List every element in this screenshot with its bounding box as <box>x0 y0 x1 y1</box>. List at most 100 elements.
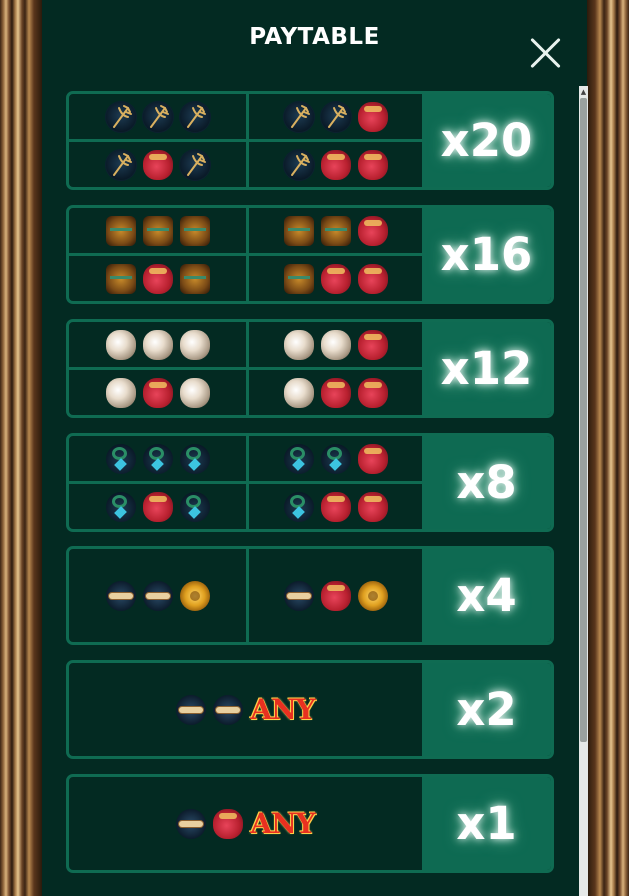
left-frame-border <box>0 0 42 896</box>
amulet-symbol-icon <box>320 443 351 474</box>
pearl-symbol-icon <box>320 329 351 360</box>
symbol-combinations <box>69 208 422 301</box>
payout-multiplier: x1 <box>422 777 551 870</box>
scroll-symbol-icon <box>176 808 207 839</box>
amulet-symbol-icon <box>179 491 210 522</box>
chest-symbol-icon <box>142 215 173 246</box>
symbol-combo <box>69 549 246 642</box>
amulet-symbol-icon <box>283 491 314 522</box>
kraken-symbol-icon <box>320 149 351 180</box>
kraken-symbol-icon <box>357 491 388 522</box>
kraken-symbol-icon <box>142 263 173 294</box>
symbol-combo <box>249 322 422 367</box>
scrollbar[interactable]: ▲ <box>579 86 588 896</box>
trident-symbol-icon <box>179 101 210 132</box>
symbol-combo <box>69 436 246 481</box>
symbol-combo <box>249 436 422 481</box>
kraken-symbol-icon <box>357 443 388 474</box>
chest-symbol-icon <box>179 263 210 294</box>
pearl-symbol-icon <box>105 377 136 408</box>
symbol-combo <box>69 370 246 415</box>
kraken-symbol-icon <box>357 377 388 408</box>
kraken-symbol-icon <box>320 491 351 522</box>
amulet-symbol-icon <box>142 443 173 474</box>
payout-multiplier: x4 <box>422 549 551 642</box>
kraken-symbol-icon <box>142 377 173 408</box>
chest-symbol-icon <box>283 263 314 294</box>
symbol-combo <box>69 208 246 253</box>
symbol-combinations <box>69 94 422 187</box>
amulet-symbol-icon <box>179 443 210 474</box>
pearl-symbol-icon <box>142 329 173 360</box>
symbol-combinations: ANY <box>69 663 422 756</box>
payout-multiplier: x16 <box>422 208 551 301</box>
paytable-row: x20 <box>66 91 554 190</box>
scroll-symbol-icon <box>283 580 314 611</box>
symbol-combo <box>69 94 246 139</box>
symbol-combo <box>69 322 246 367</box>
paytable-row: ANY x2 <box>66 660 554 759</box>
kraken-symbol-icon <box>357 101 388 132</box>
symbol-combo <box>249 370 422 415</box>
amulet-symbol-icon <box>105 491 136 522</box>
kraken-symbol-icon <box>142 149 173 180</box>
payout-multiplier: x20 <box>422 94 551 187</box>
kraken-symbol-icon <box>357 329 388 360</box>
kraken-symbol-icon <box>357 263 388 294</box>
trident-symbol-icon <box>105 149 136 180</box>
coin-symbol-icon <box>357 580 388 611</box>
symbol-combo <box>69 484 246 529</box>
paytable-row: ANY x1 <box>66 774 554 873</box>
scroll-symbol-icon <box>176 694 207 725</box>
paytable-row: x16 <box>66 205 554 304</box>
symbol-combinations <box>69 322 422 415</box>
symbol-combo: ANY <box>69 777 422 870</box>
symbol-combo <box>249 94 422 139</box>
chest-symbol-icon <box>179 215 210 246</box>
kraken-symbol-icon <box>357 149 388 180</box>
symbol-combinations <box>69 549 422 642</box>
kraken-symbol-icon <box>142 491 173 522</box>
symbol-combo: ANY <box>69 663 422 756</box>
symbol-combinations <box>69 436 422 529</box>
amulet-symbol-icon <box>105 443 136 474</box>
symbol-combo <box>249 549 422 642</box>
pearl-symbol-icon <box>179 377 210 408</box>
symbol-combinations: ANY <box>69 777 422 870</box>
payout-multiplier: x12 <box>422 322 551 415</box>
paytable-row: x12 <box>66 319 554 418</box>
chest-symbol-icon <box>105 263 136 294</box>
scroll-symbol-icon <box>105 580 136 611</box>
payout-multiplier: x2 <box>422 663 551 756</box>
symbol-combo <box>69 256 246 301</box>
pearl-symbol-icon <box>179 329 210 360</box>
paytable-title: PAYTABLE <box>249 24 380 50</box>
kraken-symbol-icon <box>320 263 351 294</box>
trident-symbol-icon <box>105 101 136 132</box>
coin-symbol-icon <box>179 580 210 611</box>
scrollbar-thumb[interactable] <box>580 98 587 742</box>
trident-symbol-icon <box>283 101 314 132</box>
chest-symbol-icon <box>320 215 351 246</box>
chest-symbol-icon <box>105 215 136 246</box>
symbol-combo <box>69 142 246 187</box>
trident-symbol-icon <box>179 149 210 180</box>
right-frame-border <box>587 0 629 896</box>
trident-symbol-icon <box>283 149 314 180</box>
any-symbol: ANY <box>250 693 315 726</box>
chest-symbol-icon <box>283 215 314 246</box>
paytable-panel: PAYTABLE x20 x16 x12 x8 x4 ANY x2 ANY x1 ▲ <box>42 0 588 896</box>
any-symbol: ANY <box>250 807 315 840</box>
kraken-symbol-icon <box>320 377 351 408</box>
paytable-row: x8 <box>66 433 554 532</box>
pearl-symbol-icon <box>105 329 136 360</box>
pearl-symbol-icon <box>283 329 314 360</box>
scroll-up-arrow-icon[interactable]: ▲ <box>579 86 588 98</box>
kraken-symbol-icon <box>357 215 388 246</box>
trident-symbol-icon <box>320 101 351 132</box>
kraken-symbol-icon <box>320 580 351 611</box>
trident-symbol-icon <box>142 101 173 132</box>
close-icon[interactable] <box>529 36 563 70</box>
symbol-combo <box>249 208 422 253</box>
scroll-symbol-icon <box>142 580 173 611</box>
